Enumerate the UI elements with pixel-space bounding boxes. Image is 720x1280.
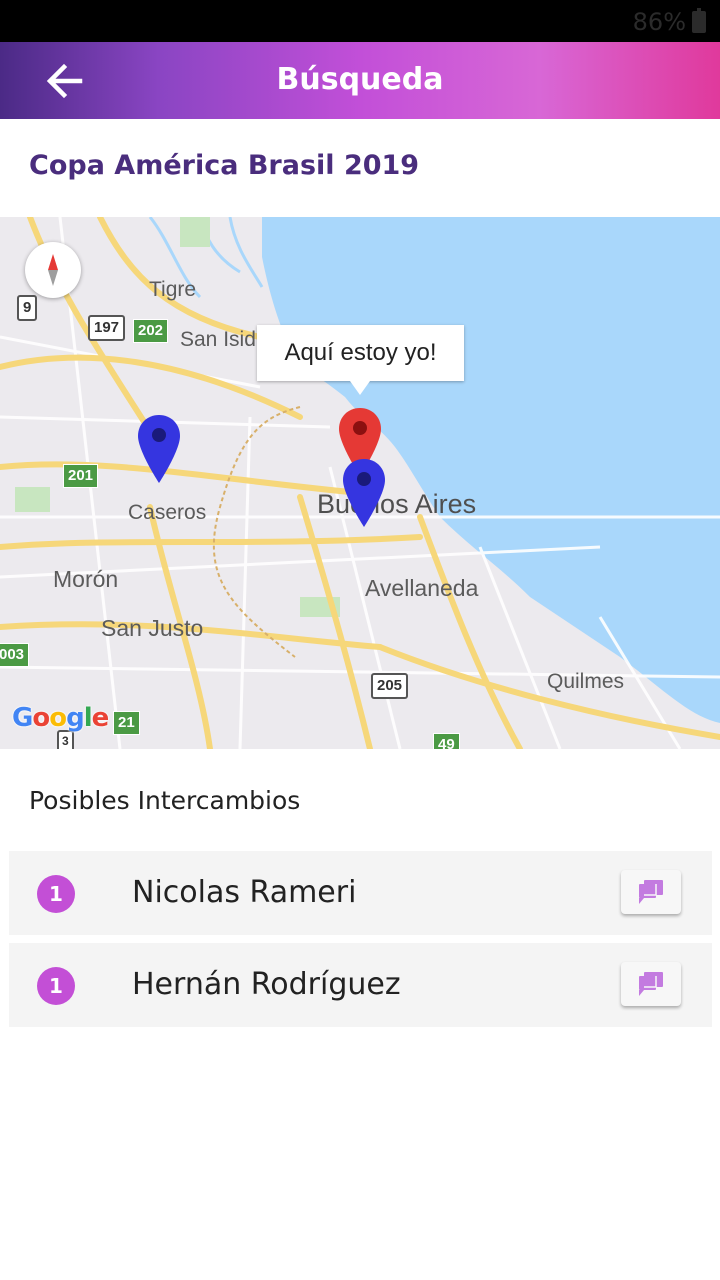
route-shield-201: 201 [63, 464, 99, 488]
app-bar: Búsqueda [0, 42, 720, 119]
list-item[interactable]: 1 Nicolas Rameri [9, 851, 712, 935]
map-view[interactable]: Tigre San Isidr Caseros Buenos Aires Mor… [0, 217, 720, 749]
route-shield-197: 197 [88, 315, 126, 341]
map-label-tigre: Tigre [149, 278, 197, 301]
map-label-san-isidro: San Isidr [180, 328, 263, 351]
route-shield-21: 21 [113, 711, 140, 735]
event-header: Copa América Brasil 2019 [0, 119, 720, 217]
info-window-text: Aquí estoy yo! [284, 339, 437, 366]
compass-icon [48, 254, 58, 286]
match-pin-2[interactable] [341, 457, 387, 529]
chat-icon [639, 880, 663, 904]
user-name: Nicolas Rameri [132, 875, 357, 910]
map-label-avellaneda: Avellaneda [365, 575, 479, 601]
page-title: Búsqueda [276, 62, 444, 97]
section-title: Posibles Intercambios [29, 786, 301, 815]
info-window[interactable]: Aquí estoy yo! [257, 325, 464, 395]
battery-icon [692, 8, 706, 33]
map-label-quilmes: Quilmes [547, 670, 625, 693]
event-name: Copa América Brasil 2019 [29, 150, 420, 181]
user-name: Hernán Rodríguez [132, 967, 401, 1002]
compass-button[interactable] [25, 242, 81, 298]
chat-button[interactable] [621, 870, 681, 914]
route-shield-205: 205 [371, 673, 409, 699]
route-shield-003: 003 [0, 643, 30, 667]
status-bar: 86% [0, 0, 720, 42]
chat-button[interactable] [621, 962, 681, 1006]
chat-icon [639, 972, 663, 996]
route-shield-202: 202 [133, 319, 169, 343]
map-label-moron: Morón [53, 566, 119, 592]
map-label-caseros: Caseros [128, 501, 207, 524]
map-label-san-justo: San Justo [101, 615, 204, 641]
count-badge: 1 [37, 967, 75, 1005]
route-shield-9: 9 [17, 295, 38, 321]
route-shield-49: 49 [433, 733, 460, 749]
battery-percent: 86% [632, 8, 686, 36]
google-logo: Google [12, 703, 109, 733]
match-pin-1[interactable] [136, 413, 182, 485]
count-badge: 1 [37, 875, 75, 913]
list-item[interactable]: 1 Hernán Rodríguez [9, 943, 712, 1027]
